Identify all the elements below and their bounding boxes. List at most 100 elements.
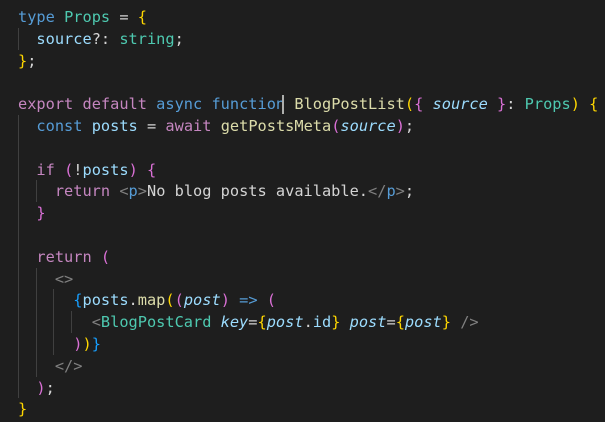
code-token: .	[128, 291, 138, 310]
code-token: :	[506, 95, 525, 114]
code-token: posts	[91, 117, 138, 135]
code-token: return	[54, 182, 111, 201]
code-token: post	[183, 291, 221, 310]
code-token: />	[460, 313, 479, 332]
code-token: }	[18, 51, 28, 70]
code-token: string	[119, 29, 175, 48]
code-token: posts	[82, 160, 129, 179]
code-token: }	[36, 204, 46, 223]
code-token: post	[404, 313, 442, 332]
code-line: if (!posts) {	[18, 159, 603, 181]
code-token: BlogPostCard	[100, 313, 212, 332]
code-token: (	[266, 291, 276, 310]
code-token: {	[589, 95, 599, 114]
code-token: p	[386, 182, 396, 201]
code-line: export default async function BlogPostLi…	[18, 93, 603, 115]
code-token: =	[110, 8, 138, 26]
code-token: (	[64, 160, 74, 179]
code-token: {	[395, 313, 405, 332]
code-token: <	[91, 313, 101, 332]
code-token: }	[91, 335, 101, 353]
code-token: }	[18, 400, 28, 419]
code-token: await	[165, 117, 212, 135]
code-token: <	[119, 182, 129, 201]
code-token: default	[82, 95, 147, 114]
code-token: )	[220, 291, 230, 310]
code-token: p	[128, 182, 138, 201]
code-token: getPostsMeta	[220, 117, 332, 135]
code-token: ;	[27, 51, 37, 70]
code-token: source	[340, 117, 396, 135]
code-token: }	[441, 313, 451, 332]
code-line: return <p>No blog posts available.</p>;	[18, 180, 603, 202]
code-token: >	[395, 182, 405, 201]
code-token: ;	[404, 117, 415, 135]
code-line: {posts.map((post) => (	[18, 289, 603, 311]
code-token: >	[137, 182, 147, 201]
code-token: =>	[239, 291, 258, 310]
code-token: Props	[524, 95, 571, 114]
code-line: return (	[18, 246, 603, 268]
code-token: =	[386, 313, 396, 332]
code-token: (	[165, 291, 175, 310]
code-token: {	[257, 313, 267, 332]
code-token: (	[174, 291, 184, 310]
code-token: ;	[174, 29, 184, 48]
code-line: }	[18, 398, 603, 420]
code-editor[interactable]: type Props = { source?: string;}; export …	[0, 0, 605, 422]
code-token: ;	[45, 378, 55, 397]
code-token: key	[220, 313, 249, 332]
code-token: if	[36, 160, 55, 179]
code-token: )	[128, 160, 138, 179]
code-line: ))}	[18, 333, 603, 355]
code-line: </>	[18, 355, 603, 377]
code-token: <>	[54, 269, 74, 288]
code-token: async	[156, 95, 203, 114]
code-token: post	[349, 313, 387, 332]
code-token: {	[137, 8, 147, 26]
code-line: const posts = await getPostsMeta(source)…	[18, 115, 603, 137]
code-token: }	[497, 95, 507, 114]
code-line: );	[18, 377, 603, 399]
code-line: <BlogPostCard key={post.id} post={post} …	[18, 311, 603, 333]
code-line: source?: string;	[18, 28, 603, 50]
code-token: post	[266, 313, 304, 332]
code-token: </>	[54, 356, 83, 375]
code-token: export	[18, 95, 74, 114]
code-line: type Props = {	[18, 6, 603, 28]
code-token: function	[211, 95, 286, 114]
code-line: }	[18, 202, 603, 224]
code-token: ?:	[91, 29, 120, 48]
code-line: <>	[18, 268, 603, 290]
code-token: )	[395, 117, 405, 135]
code-token: posts	[82, 291, 129, 310]
code-token: {	[147, 160, 157, 179]
